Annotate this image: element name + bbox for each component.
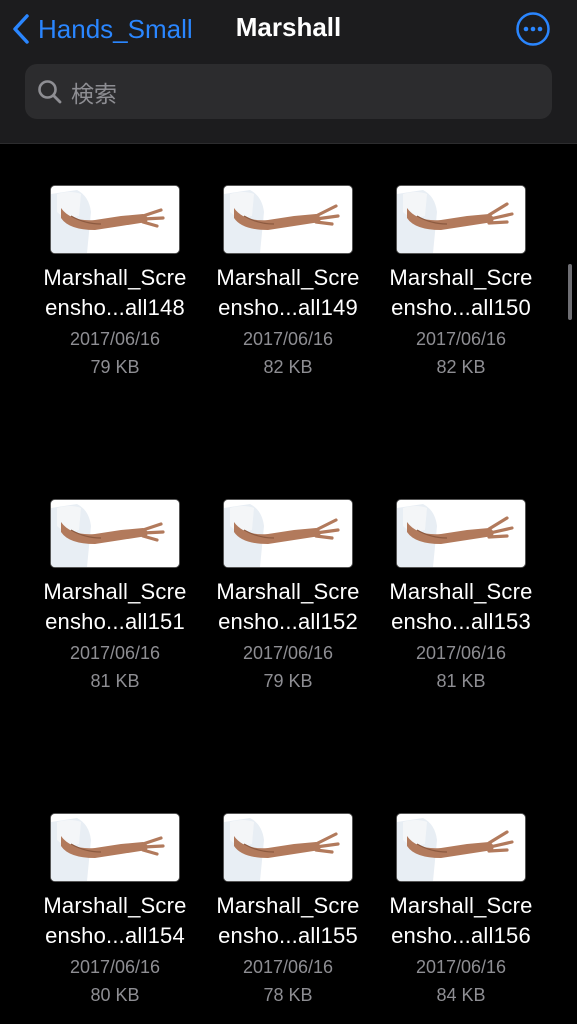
- file-size: 78 KB: [263, 985, 313, 1005]
- file-item[interactable]: Marshall_Scre ensho...all151 2017/06/16 81 …: [40, 457, 190, 707]
- file-name-line2: ensho...all156: [391, 923, 531, 948]
- file-size: 84 KB: [436, 985, 486, 1005]
- file-size: 81 KB: [436, 671, 486, 691]
- file-date: 2017/06/16: [242, 957, 334, 977]
- file-item[interactable]: Marshall_Scre ensho...all154 2017/06/16 80 …: [40, 771, 190, 1021]
- file-date: 2017/06/16: [69, 957, 161, 977]
- file-size: 81 KB: [90, 671, 140, 691]
- page-title: Marshall: [235, 12, 342, 42]
- file-name-line1: Marshall_Scre: [216, 893, 360, 918]
- file-name-line1: Marshall_Scre: [389, 265, 533, 290]
- file-date: 2017/06/16: [415, 957, 507, 977]
- file-thumbnail[interactable]: [396, 499, 526, 568]
- file-item[interactable]: Marshall_Scre ensho...all156 2017/06/16 84 …: [386, 771, 536, 1021]
- file-name-line1: Marshall_Scre: [389, 579, 533, 604]
- file-size: 79 KB: [90, 357, 140, 377]
- search-icon: [38, 79, 62, 103]
- file-size: 82 KB: [436, 357, 486, 377]
- file-item[interactable]: Marshall_Scre ensho...all148 2017/06/16 79 …: [40, 143, 190, 393]
- file-date: 2017/06/16: [242, 643, 334, 663]
- ellipsis-circle-icon: [516, 12, 550, 46]
- file-item[interactable]: Marshall_Scre ensho...all149 2017/06/16 82 …: [213, 143, 363, 393]
- file-name-line2: ensho...all153: [391, 609, 531, 634]
- file-date: 2017/06/16: [69, 643, 161, 663]
- file-date: 2017/06/16: [415, 643, 507, 663]
- file-date: 2017/06/16: [242, 329, 334, 349]
- file-item[interactable]: Marshall_Scre ensho...all153 2017/06/16 81 …: [386, 457, 536, 707]
- file-name-line1: Marshall_Scre: [43, 579, 187, 604]
- file-name-line2: ensho...all149: [218, 295, 358, 320]
- file-thumbnail[interactable]: [396, 813, 526, 882]
- file-name-line2: ensho...all155: [218, 923, 358, 948]
- file-thumbnail[interactable]: [50, 813, 180, 882]
- file-name-line1: Marshall_Scre: [43, 893, 187, 918]
- file-name-line2: ensho...all148: [45, 295, 185, 320]
- search-field[interactable]: 検索: [25, 64, 552, 119]
- file-thumbnail[interactable]: [223, 499, 353, 568]
- file-name-line2: ensho...all152: [218, 609, 358, 634]
- file-thumbnail[interactable]: [223, 813, 353, 882]
- file-size: 79 KB: [263, 671, 313, 691]
- file-date: 2017/06/16: [415, 329, 507, 349]
- file-thumbnail[interactable]: [50, 499, 180, 568]
- file-size: 82 KB: [263, 357, 313, 377]
- file-thumbnail[interactable]: [50, 185, 180, 254]
- file-name-line1: Marshall_Scre: [43, 265, 187, 290]
- file-name-line2: ensho...all150: [391, 295, 531, 320]
- file-name-line2: ensho...all151: [45, 609, 185, 634]
- file-item[interactable]: Marshall_Scre ensho...all152 2017/06/16 79 …: [213, 457, 363, 707]
- file-thumbnail[interactable]: [396, 185, 526, 254]
- search-input[interactable]: 検索: [71, 75, 117, 109]
- file-name-line1: Marshall_Scre: [389, 893, 533, 918]
- file-item[interactable]: Marshall_Scre ensho...all155 2017/06/16 78 …: [213, 771, 363, 1021]
- more-options-button[interactable]: [515, 11, 551, 47]
- file-item[interactable]: Marshall_Scre ensho...all150 2017/06/16 82 …: [386, 143, 536, 393]
- file-thumbnail[interactable]: [223, 185, 353, 254]
- scrollbar[interactable]: [568, 264, 572, 320]
- file-size: 80 KB: [90, 985, 140, 1005]
- file-name-line1: Marshall_Scre: [216, 579, 360, 604]
- navigation-header: Hands_Small Marshall 検索: [0, 0, 577, 144]
- file-name-line2: ensho...all154: [45, 923, 185, 948]
- file-name-line1: Marshall_Scre: [216, 265, 360, 290]
- file-date: 2017/06/16: [69, 329, 161, 349]
